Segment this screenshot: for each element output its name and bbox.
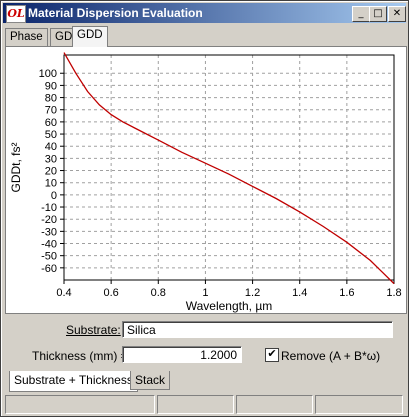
tab-phase[interactable]: Phase [5,28,48,46]
y-tick-label: 20 [45,166,57,178]
close-button[interactable]: ✕ [388,6,406,22]
dispersion-window: OL Material Dispersion Evaluation _ □ ✕ … [0,0,409,417]
x-tick-label: 1.2 [245,287,260,299]
x-axis-label: Wavelength, µm [186,299,273,313]
status-pane-4 [315,395,403,414]
remove-checkbox[interactable]: ✔ [265,348,279,362]
x-tick-label: 0.8 [151,287,166,299]
substrate-label: Substrate: [66,323,121,337]
y-tick-label: -40 [41,239,57,251]
y-axis-label: GDDt, fs² [9,142,23,192]
thickness-label: Thickness (mm) = [32,349,128,363]
y-tick-label: -50 [41,251,57,263]
x-tick-label: 0.4 [56,287,71,299]
y-tick-label: -60 [41,263,57,275]
y-tick-label: 10 [45,178,57,190]
y-tick-label: 30 [45,153,57,165]
status-pane-1 [5,395,155,414]
maximize-button[interactable]: □ [369,6,387,22]
y-tick-label: -20 [41,214,57,226]
y-tick-label: 100 [39,68,57,80]
minimize-button[interactable]: _ [352,6,370,22]
chart-area: 0.4 0.6 0.8 1 1.2 1.4 1.6 1.8 -60 -50 -40 -30 -20 -10… [5,46,407,314]
x-tick-label: 0.6 [103,287,118,299]
gdd-chart: 0.4 0.6 0.8 1 1.2 1.4 1.6 1.8 -60-50-40-30-20-10… [9,52,402,313]
y-tick-label: 80 [45,93,57,105]
x-tick-label: 1 [202,287,208,299]
window-title: Material Dispersion Evaluation [28,6,203,20]
status-pane-2 [157,395,234,414]
plot-background [64,55,394,280]
y-tick-label: -30 [41,226,57,238]
y-tick-label: 70 [45,105,57,117]
status-bar [3,395,406,414]
tab-stack[interactable]: Stack [130,371,171,390]
tab-gdd[interactable]: GDD [72,26,108,47]
app-logo-icon: OL [6,5,26,23]
y-tick-label: 60 [45,117,57,129]
y-tick-label: 40 [45,141,57,153]
substrate-input[interactable]: Silica [122,321,393,338]
x-tick-label: 1.6 [339,287,354,299]
y-tick-label: 0 [51,190,57,202]
thickness-input[interactable]: 1.2000 [122,346,242,363]
x-tick-label: 1.4 [292,287,307,299]
y-tick-label: -10 [41,202,57,214]
x-tick-label: 1.8 [386,287,401,299]
title-bar[interactable]: OL Material Dispersion Evaluation _ □ ✕ [3,3,406,23]
remove-label[interactable]: Remove (A + B*ω) [281,349,380,363]
status-pane-3 [236,395,313,414]
y-tick-label: 50 [45,129,57,141]
y-tick-label: 90 [45,80,57,92]
tab-substrate-thickness[interactable]: Substrate + Thickness [9,371,138,392]
